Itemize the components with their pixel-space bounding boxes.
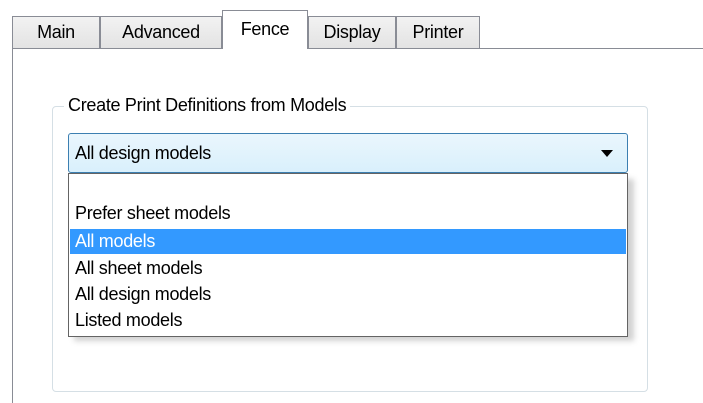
option-all-sheet-models[interactable]: All sheet models [70,256,626,281]
option-listed-models[interactable]: Listed models [70,308,626,333]
option-all-design-models[interactable]: All design models [70,282,626,307]
print-options-dialog: Main Advanced Fence Display Printer Crea… [0,0,703,403]
combo-selected-value: All design models [75,143,211,163]
tab-page-border [12,48,13,403]
tab-main[interactable]: Main [12,16,100,48]
models-dropdown-list: Prefer sheet models All models All sheet… [68,173,628,337]
tab-display[interactable]: Display [308,16,396,48]
tab-advanced[interactable]: Advanced [100,16,222,48]
group-title: Create Print Definitions from Models [64,95,351,116]
tab-strip-divider [12,48,703,49]
option-all-models[interactable]: All models [70,229,626,254]
tab-printer[interactable]: Printer [396,16,480,48]
chevron-down-icon[interactable] [601,150,613,157]
tab-fence[interactable]: Fence [222,10,308,49]
option-prefer-sheet-models[interactable]: Prefer sheet models [70,201,626,226]
models-combobox[interactable]: All design models [68,133,628,173]
